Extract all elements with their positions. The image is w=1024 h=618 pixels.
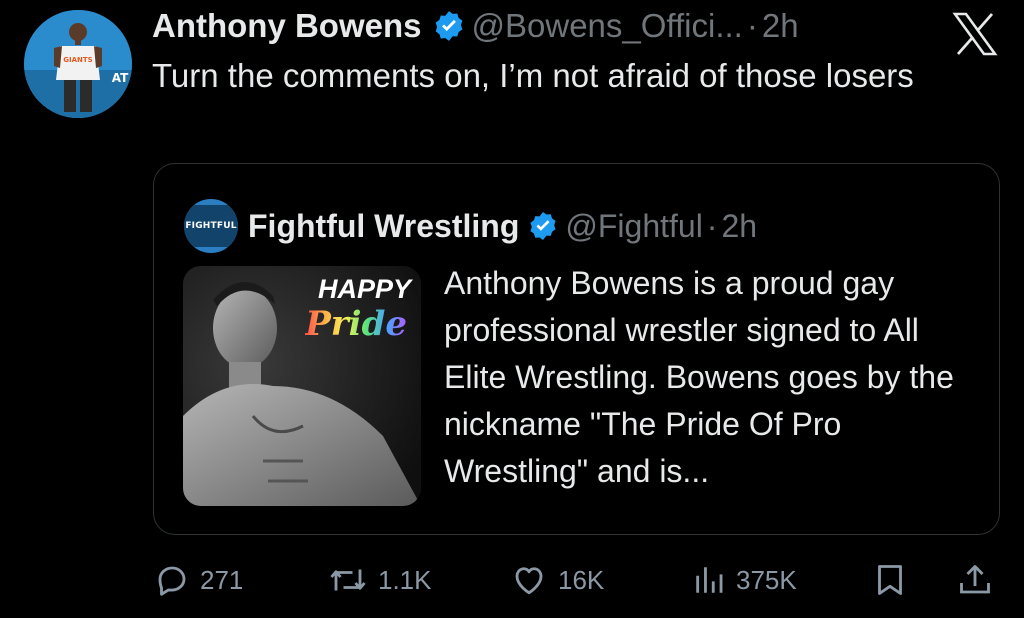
bookmark-icon <box>872 561 908 599</box>
bookmark-button[interactable] <box>872 558 908 602</box>
separator-dot: · <box>746 7 758 44</box>
reply-button[interactable]: 271 <box>154 558 243 602</box>
reply-count: 271 <box>200 564 244 595</box>
x-logo-icon <box>952 12 998 56</box>
quoted-tweet-text: Anthony Bowens is a proud gay profession… <box>444 265 954 489</box>
quoted-verified-badge-icon <box>527 210 559 242</box>
author-name[interactable]: Anthony Bowens <box>152 6 422 46</box>
svg-text:GIANTS: GIANTS <box>63 56 92 64</box>
views-count: 375K <box>736 564 797 595</box>
quoted-separator-dot: · <box>706 208 718 244</box>
tweet-screenshot: GIANTS AT Anthony Bowens @Bowens_Offici.… <box>0 0 1024 618</box>
views-button[interactable]: 375K <box>692 558 797 602</box>
heart-icon <box>510 562 548 598</box>
quoted-avatar-label: FIGHTFUL <box>184 205 238 247</box>
like-button[interactable]: 16K <box>510 558 604 602</box>
quoted-author-row: FIGHTFUL Fightful Wrestling @Fightful · … <box>184 199 757 253</box>
quoted-author-handle[interactable]: @Fightful <box>565 206 702 246</box>
repost-count: 1.1K <box>378 564 432 595</box>
author-avatar[interactable]: GIANTS AT <box>24 10 132 118</box>
verified-badge-icon <box>432 9 466 43</box>
tweet-action-bar: 271 1.1K 16K 375K <box>152 558 1002 602</box>
quoted-author-name[interactable]: Fightful Wrestling <box>248 206 519 246</box>
repost-button[interactable]: 1.1K <box>328 558 432 602</box>
image-caption-happy: HAPPY <box>317 274 411 304</box>
views-icon <box>692 562 726 598</box>
like-count: 16K <box>558 564 605 595</box>
svg-text:AT: AT <box>112 71 129 85</box>
image-caption-pride: Pride <box>305 304 407 344</box>
share-icon <box>957 561 993 599</box>
repost-icon <box>328 562 368 598</box>
author-handle[interactable]: @Bowens_Offici... <box>472 6 743 46</box>
share-button[interactable] <box>957 558 993 602</box>
author-row: Anthony Bowens @Bowens_Offici... · 2h <box>152 6 799 46</box>
tweet-text: Turn the comments on, I’m not afraid of … <box>152 57 914 94</box>
tweet-timestamp[interactable]: 2h <box>762 6 799 46</box>
quoted-tweet-image[interactable]: HAPPY Pride <box>183 266 421 506</box>
quoted-tweet-card[interactable]: FIGHTFUL Fightful Wrestling @Fightful · … <box>153 163 1000 535</box>
quoted-author-avatar[interactable]: FIGHTFUL <box>184 199 238 253</box>
reply-icon <box>154 562 190 598</box>
quoted-timestamp[interactable]: 2h <box>721 206 757 246</box>
